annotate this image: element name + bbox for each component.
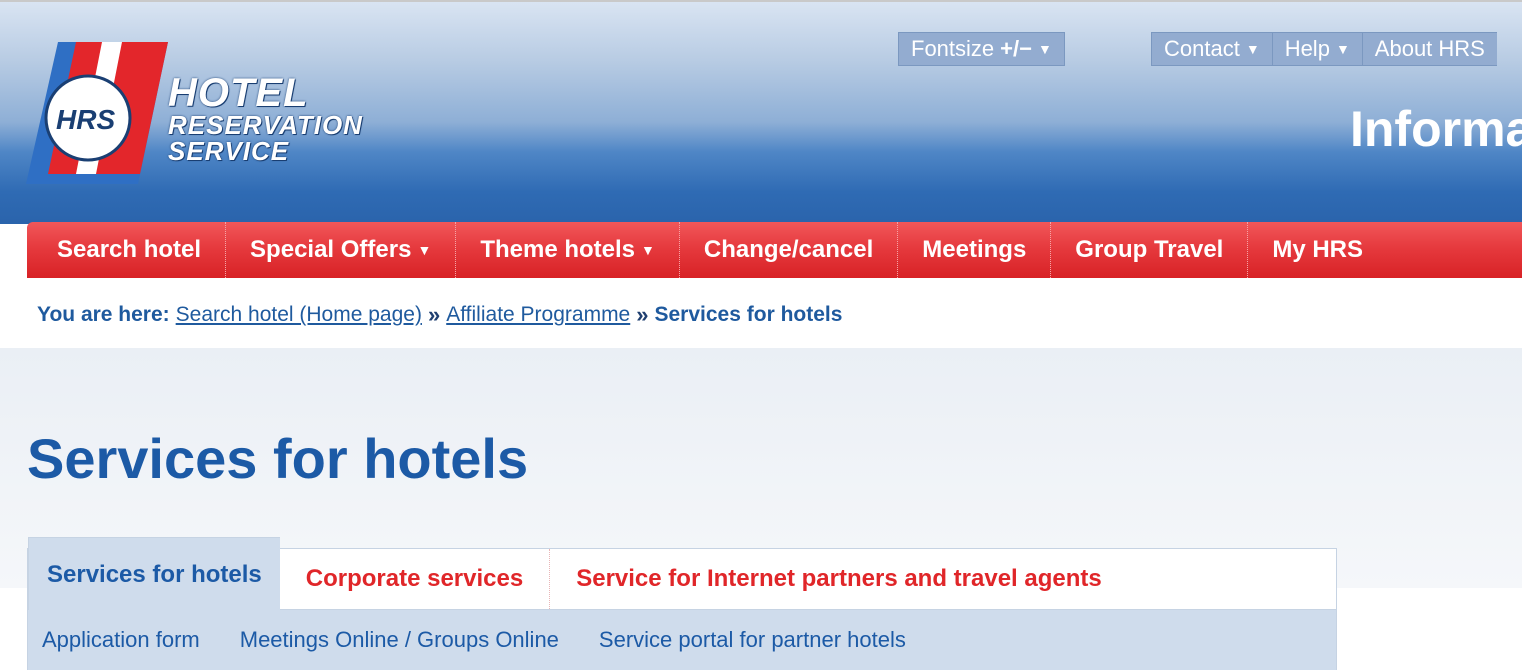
- subtab-application-form[interactable]: Application form: [28, 627, 220, 653]
- nav-item-search-hotel[interactable]: Search hotel: [27, 222, 227, 278]
- chevron-down-icon: ▼: [641, 242, 655, 258]
- nav-item-change-cancel[interactable]: Change/cancel: [680, 222, 899, 278]
- nav-label: Change/cancel: [703, 236, 874, 263]
- hrs-logo[interactable]: HRS HOTEL RESERVATION SERVICE: [18, 34, 408, 194]
- help-label: Help: [1284, 36, 1330, 61]
- logo-line-1: HOTEL: [168, 71, 309, 115]
- sub-navigation: Application form Meetings Online / Group…: [27, 610, 1337, 670]
- logo-wordmark: HOTEL RESERVATION SERVICE: [168, 71, 363, 166]
- about-label: About HRS: [1374, 36, 1485, 61]
- chevron-down-icon: ▼: [1245, 41, 1260, 57]
- contact-label: Contact: [1164, 36, 1240, 61]
- tab-internet-partners[interactable]: Service for Internet partners and travel…: [550, 549, 1128, 609]
- top-menu: Contact ▼ Help ▼ About HRS: [1151, 32, 1497, 66]
- service-tabs: Services for hotels Corporate services S…: [27, 537, 1337, 611]
- site-header: HRS HOTEL RESERVATION SERVICE Fontsize +…: [0, 0, 1522, 224]
- nav-item-special-offers[interactable]: Special Offers ▼: [226, 222, 457, 278]
- contact-menu[interactable]: Contact ▼: [1151, 32, 1272, 66]
- nav-label: Special Offers: [250, 236, 412, 263]
- breadcrumb: You are here: Search hotel (Home page) »…: [37, 302, 842, 328]
- logo-emblem-text: HRS: [56, 104, 116, 135]
- subtab-service-portal[interactable]: Service portal for partner hotels: [579, 627, 926, 653]
- subtab-meetings-online[interactable]: Meetings Online / Groups Online: [220, 627, 579, 653]
- page-title: Services for hotels: [27, 427, 529, 490]
- fontsize-controls[interactable]: +/−: [1000, 36, 1032, 62]
- nav-label: Theme hotels: [480, 236, 636, 263]
- tab-corporate-services[interactable]: Corporate services: [280, 549, 551, 609]
- nav-item-group-travel[interactable]: Group Travel: [1051, 222, 1249, 278]
- fontsize-label: Fontsize: [911, 36, 995, 61]
- nav-label: Search hotel: [57, 236, 202, 263]
- header-info-title: Information: [1350, 101, 1522, 157]
- chevron-down-icon: ▼: [417, 242, 432, 258]
- breadcrumb-separator-icon: »: [636, 302, 649, 327]
- breadcrumb-prefix: You are here:: [37, 303, 170, 326]
- breadcrumb-current: Services for hotels: [654, 303, 843, 326]
- about-menu[interactable]: About HRS: [1361, 32, 1497, 66]
- breadcrumb-link-affiliate[interactable]: Affiliate Programme: [446, 303, 630, 327]
- help-menu[interactable]: Help ▼: [1271, 32, 1362, 66]
- logo-line-2: RESERVATION: [168, 110, 363, 141]
- nav-label: Meetings: [922, 236, 1027, 263]
- logo-line-3: SERVICE: [168, 135, 290, 166]
- fontsize-button[interactable]: Fontsize +/− ▼: [898, 32, 1065, 66]
- fontsize-control: Fontsize +/− ▼: [898, 32, 1065, 66]
- nav-label: My HRS: [1272, 236, 1364, 263]
- breadcrumb-link-home[interactable]: Search hotel (Home page): [176, 303, 422, 327]
- nav-item-my-hrs[interactable]: My HRS: [1248, 222, 1387, 278]
- nav-item-theme-hotels[interactable]: Theme hotels ▼: [456, 222, 680, 278]
- tab-services-for-hotels[interactable]: Services for hotels: [28, 537, 280, 611]
- main-nav: Search hotel Special Offers ▼ Theme hotel…: [27, 222, 1522, 278]
- chevron-down-icon: ▼: [1335, 41, 1350, 57]
- chevron-down-icon: ▼: [1037, 41, 1052, 57]
- breadcrumb-separator-icon: »: [427, 302, 441, 327]
- nav-item-meetings[interactable]: Meetings: [898, 222, 1052, 278]
- nav-label: Group Travel: [1075, 236, 1224, 263]
